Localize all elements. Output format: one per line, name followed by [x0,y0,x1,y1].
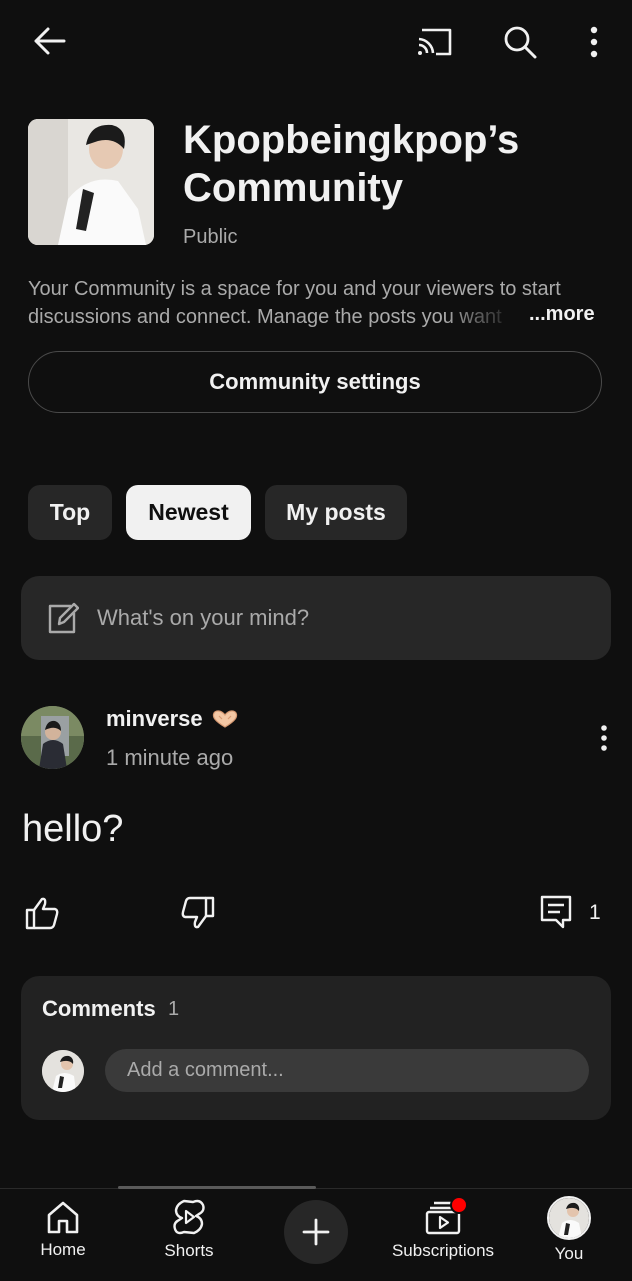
create-button[interactable] [284,1200,348,1264]
comment-icon [539,894,573,930]
nav-home[interactable]: Home [0,1196,126,1276]
more-link[interactable]: ...more [529,303,595,326]
post-author[interactable]: minverse [106,706,239,732]
author-avatar[interactable] [21,706,84,769]
more-options-button[interactable] [576,20,612,64]
channel-avatar [28,119,154,245]
nav-label: Home [40,1240,86,1259]
comments-count: 1 [168,998,180,1020]
plus-icon [301,1217,331,1247]
compose-post-field[interactable]: What's on your mind? [21,576,611,660]
notification-dot [450,1196,468,1214]
post-time: 1 minute ago [106,745,234,770]
add-comment-input[interactable]: Add a comment... [105,1049,589,1092]
more-vert-icon [589,26,599,58]
nav-subscriptions[interactable]: Subscriptions [380,1196,506,1276]
comments-button[interactable] [534,891,578,933]
dislike-button[interactable] [176,893,220,933]
nav-you[interactable]: You [506,1196,632,1276]
compose-placeholder: What's on your mind? [97,605,310,630]
avatar [42,1050,84,1092]
more-vert-icon [600,724,608,752]
arrow-left-icon [32,26,66,56]
description-line: Your Community is a space for you and yo… [28,278,561,300]
nav-label: Shorts [164,1241,214,1260]
search-icon [502,24,538,60]
thumbs-down-icon [180,896,216,930]
back-button[interactable] [24,20,74,62]
chip-newest[interactable]: Newest [126,485,251,540]
scroll-indicator [118,1186,316,1189]
page-title: Kpopbeingkpop’s Community [183,118,520,210]
heart-hands-icon [211,709,239,729]
shorts-icon [172,1199,206,1235]
community-settings-button[interactable]: Community settings [28,351,602,413]
nav-label: You [554,1244,584,1263]
comments-label: Comments [42,996,156,1021]
cast-icon [416,26,454,58]
cast-button[interactable] [410,20,460,64]
subscriptions-icon [424,1196,468,1235]
post-menu-button[interactable] [590,718,618,758]
avatar [547,1196,591,1240]
post-body: hello? [22,808,124,850]
chip-top[interactable]: Top [28,485,112,540]
visibility-label: Public [183,226,238,248]
edit-icon [47,601,79,635]
nav-shorts[interactable]: Shorts [126,1196,252,1276]
community-description: Your Community is a space for you and yo… [28,275,606,331]
thumbs-up-icon [24,896,60,930]
home-icon [45,1200,81,1234]
author-name: minverse [106,706,203,731]
description-line: discussions and connect. Manage the post… [28,306,502,328]
nav-label: Subscriptions [391,1241,495,1260]
comment-count: 1 [589,901,601,924]
like-button[interactable] [20,893,64,933]
chip-my-posts[interactable]: My posts [265,485,407,540]
search-button[interactable] [496,20,544,64]
